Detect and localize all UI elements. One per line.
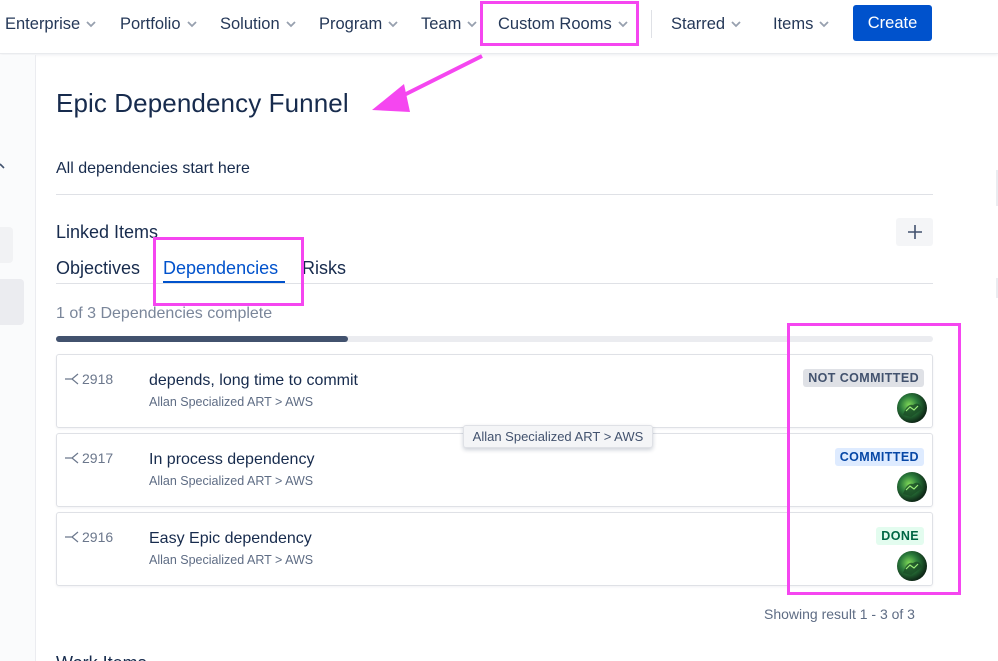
dependency-icon — [65, 452, 79, 464]
nav-divider — [651, 10, 652, 38]
sidebar-item[interactable] — [0, 227, 13, 263]
pagination-summary: Showing result 1 - 3 of 3 — [764, 606, 915, 622]
dependency-id: 2917 — [64, 450, 113, 466]
dependency-path: Allan Specialized ART > AWS — [149, 553, 314, 567]
work-items-title: Work Items — [56, 653, 147, 661]
divider — [56, 194, 933, 195]
dependency-id: 2916 — [64, 529, 113, 545]
dependency-id-text: 2917 — [82, 450, 114, 466]
dependency-title[interactable]: In process dependency — [149, 451, 314, 469]
dependency-icon — [65, 373, 79, 385]
chevron-icon[interactable] — [0, 159, 8, 177]
nav-label: Team — [421, 14, 462, 33]
dependency-id-text: 2918 — [82, 371, 114, 387]
dependency-title[interactable]: Easy Epic dependency — [149, 530, 312, 548]
create-button[interactable]: Create — [853, 5, 932, 41]
left-sidebar — [0, 55, 36, 661]
chevron-down-icon — [730, 18, 742, 30]
add-linked-item-button[interactable] — [896, 218, 933, 246]
annotation-arrow — [372, 54, 483, 112]
annotation-highlight — [787, 323, 961, 595]
nav-team[interactable]: Team — [421, 12, 478, 36]
dependency-id: 2918 — [64, 371, 113, 387]
nav-label: Starred — [671, 14, 726, 33]
chevron-down-icon — [466, 18, 478, 30]
nav-label: Portfolio — [120, 14, 181, 33]
tab-risks[interactable]: Risks — [302, 258, 346, 279]
annotation-highlight — [480, 1, 639, 46]
dependency-id-text: 2916 — [82, 529, 114, 545]
page-title: Epic Dependency Funnel — [56, 88, 349, 118]
nav-starred[interactable]: Starred — [671, 12, 742, 36]
nav-portfolio[interactable]: Portfolio — [120, 12, 198, 36]
chevron-down-icon — [387, 18, 399, 30]
chevron-down-icon — [818, 18, 830, 30]
nav-items[interactable]: Items — [773, 12, 830, 36]
nav-label: Enterprise — [5, 14, 81, 33]
nav-label: Items — [773, 14, 814, 33]
chevron-down-icon — [285, 18, 297, 30]
nav-solution[interactable]: Solution — [220, 12, 297, 36]
nav-enterprise[interactable]: Enterprise — [5, 12, 97, 36]
dependency-path: Allan Specialized ART > AWS — [149, 395, 314, 409]
nav-label: Program — [319, 14, 383, 33]
dependency-path: Allan Specialized ART > AWS — [149, 474, 314, 488]
nav-label: Solution — [220, 14, 280, 33]
chevron-down-icon — [85, 18, 97, 30]
tab-objectives[interactable]: Objectives — [56, 258, 140, 279]
dependency-icon — [65, 531, 79, 543]
dependency-title[interactable]: depends, long time to commit — [149, 372, 358, 390]
tooltip: Allan Specialized ART > AWS — [463, 425, 653, 448]
chevron-down-icon — [186, 18, 198, 30]
page-description: All dependencies start here — [56, 160, 250, 177]
sidebar-item-active[interactable] — [0, 279, 24, 325]
progress-bar-fill — [56, 336, 349, 342]
progress-text: 1 of 3 Dependencies complete — [56, 305, 273, 322]
plus-icon — [907, 225, 922, 239]
annotation-highlight — [153, 237, 304, 306]
nav-program[interactable]: Program — [319, 12, 399, 36]
linked-items-title: Linked Items — [56, 222, 159, 242]
